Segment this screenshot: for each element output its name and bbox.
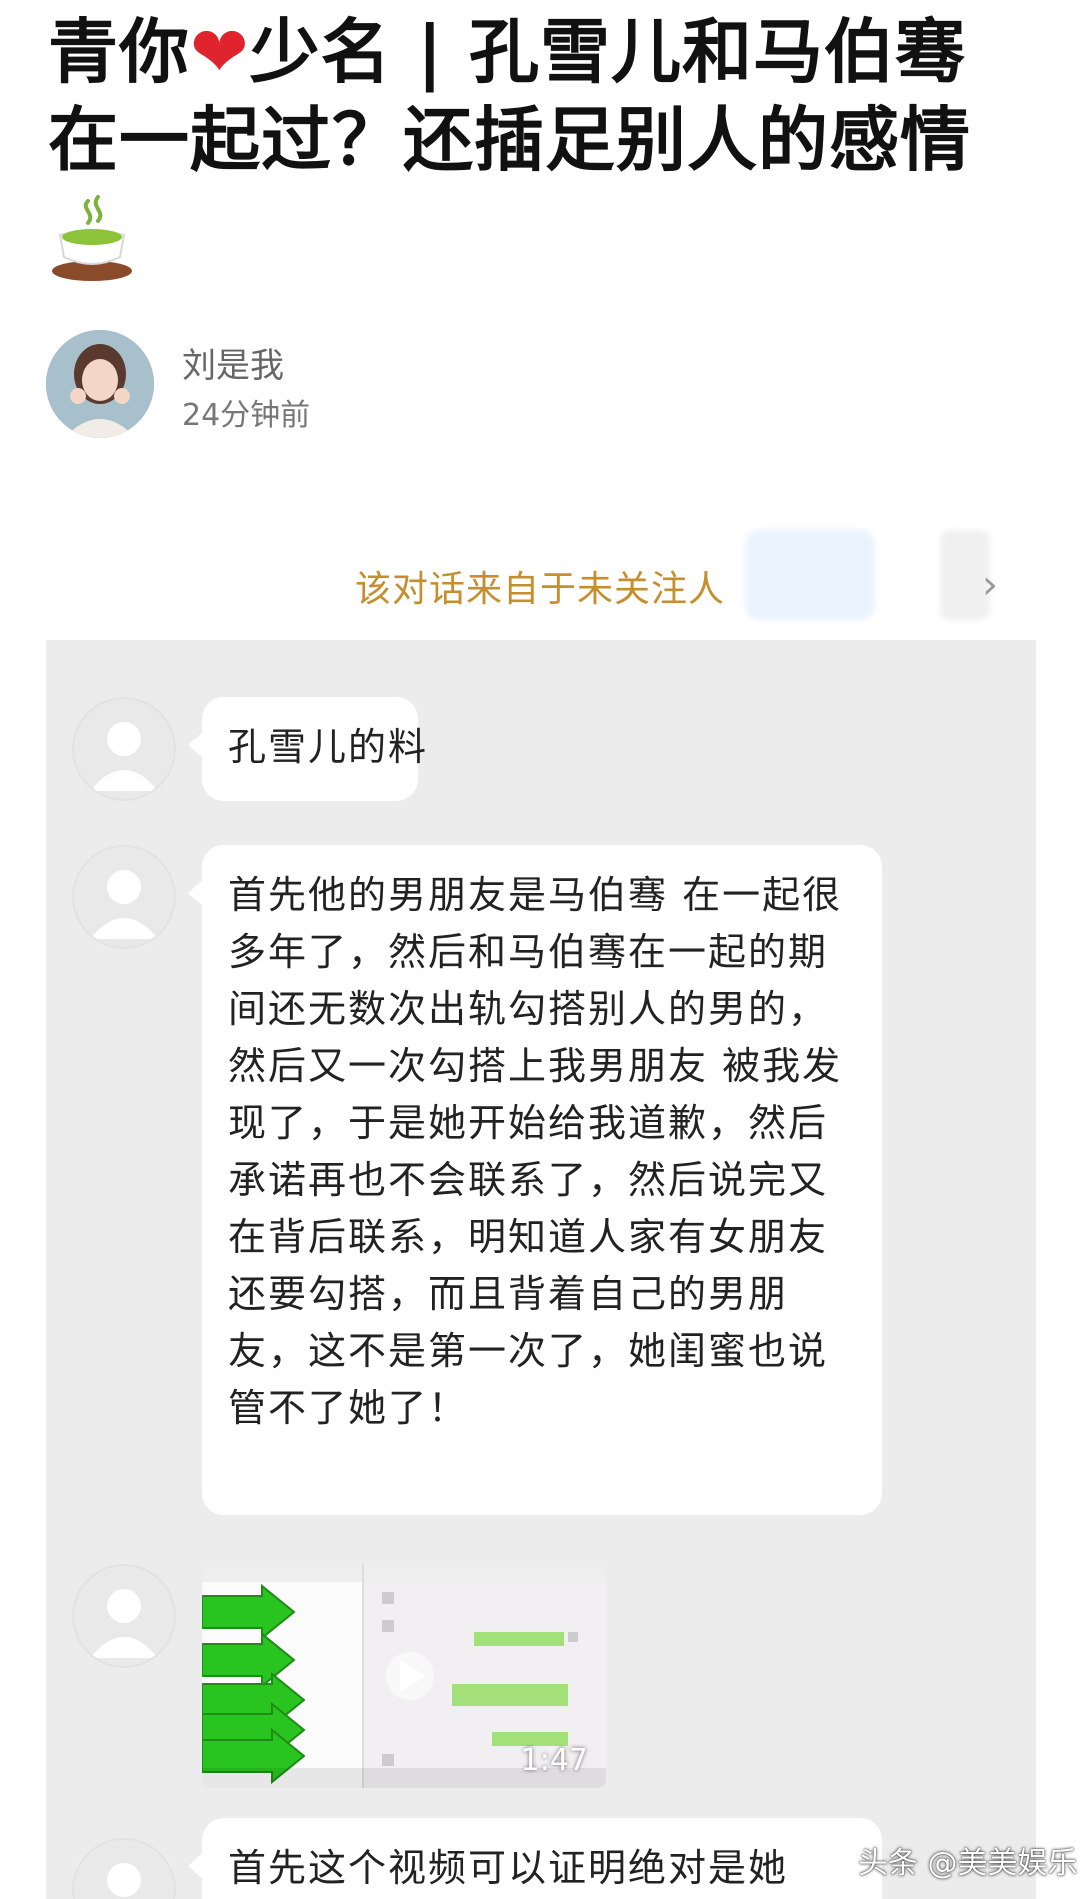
title-line-2: 在一起过？还插足别人的感情 [48, 99, 971, 181]
blurred-button[interactable] [745, 530, 875, 620]
message-bubble: 首先他的男朋友是马伯骞 在一起很多年了，然后和马伯骞在一起的期间还无数次出轨勾搭… [188, 845, 882, 1515]
default-avatar-icon [72, 845, 176, 949]
teacup-icon [52, 195, 132, 281]
author-avatar[interactable] [46, 330, 154, 438]
chevron-right-icon[interactable]: › [982, 565, 998, 605]
title-text-b: 少名 | 孔雪儿和马伯骞 [249, 11, 966, 93]
heart-icon: ❤ [190, 11, 250, 93]
video-message[interactable]: 1:47 [202, 1564, 606, 1788]
notice-text: 该对话来自于未关注人 [355, 569, 726, 610]
video-duration: 1:47 [520, 1743, 588, 1778]
chat-screenshot: 孔雪儿的料 首先他的男朋友是马伯骞 在一起很多年了，然后和马伯骞在一起的期间还无… [46, 640, 1036, 1899]
title-text-a: 青你 [48, 11, 190, 93]
message-text: 首先他的男朋友是马伯骞 在一起很多年了，然后和马伯骞在一起的期间还无数次出轨勾搭… [228, 873, 843, 1430]
author-name[interactable]: 刘是我 [182, 338, 284, 387]
message-text: 孔雪儿的料 [228, 725, 429, 769]
default-avatar-icon [72, 1564, 176, 1668]
message-text: 首先这个视频可以证明绝对是她 [228, 1846, 789, 1890]
message-bubble: 首先这个视频可以证明绝对是她 [188, 1818, 882, 1899]
post-time: 24分钟前 [182, 398, 311, 433]
default-avatar-icon [72, 697, 176, 801]
title-line-1: 青你❤少名 | 孔雪儿和马伯骞 [48, 8, 1038, 96]
author-info[interactable]: 刘是我 24分钟前 [46, 330, 646, 440]
message-bubble: 孔雪儿的料 [188, 697, 426, 801]
post-title: 青你❤少名 | 孔雪儿和马伯骞 在一起过？还插足别人的感情 [48, 8, 1038, 184]
default-avatar-icon [72, 1838, 176, 1899]
watermark: 头条 @美美娱乐 [858, 1846, 1078, 1881]
